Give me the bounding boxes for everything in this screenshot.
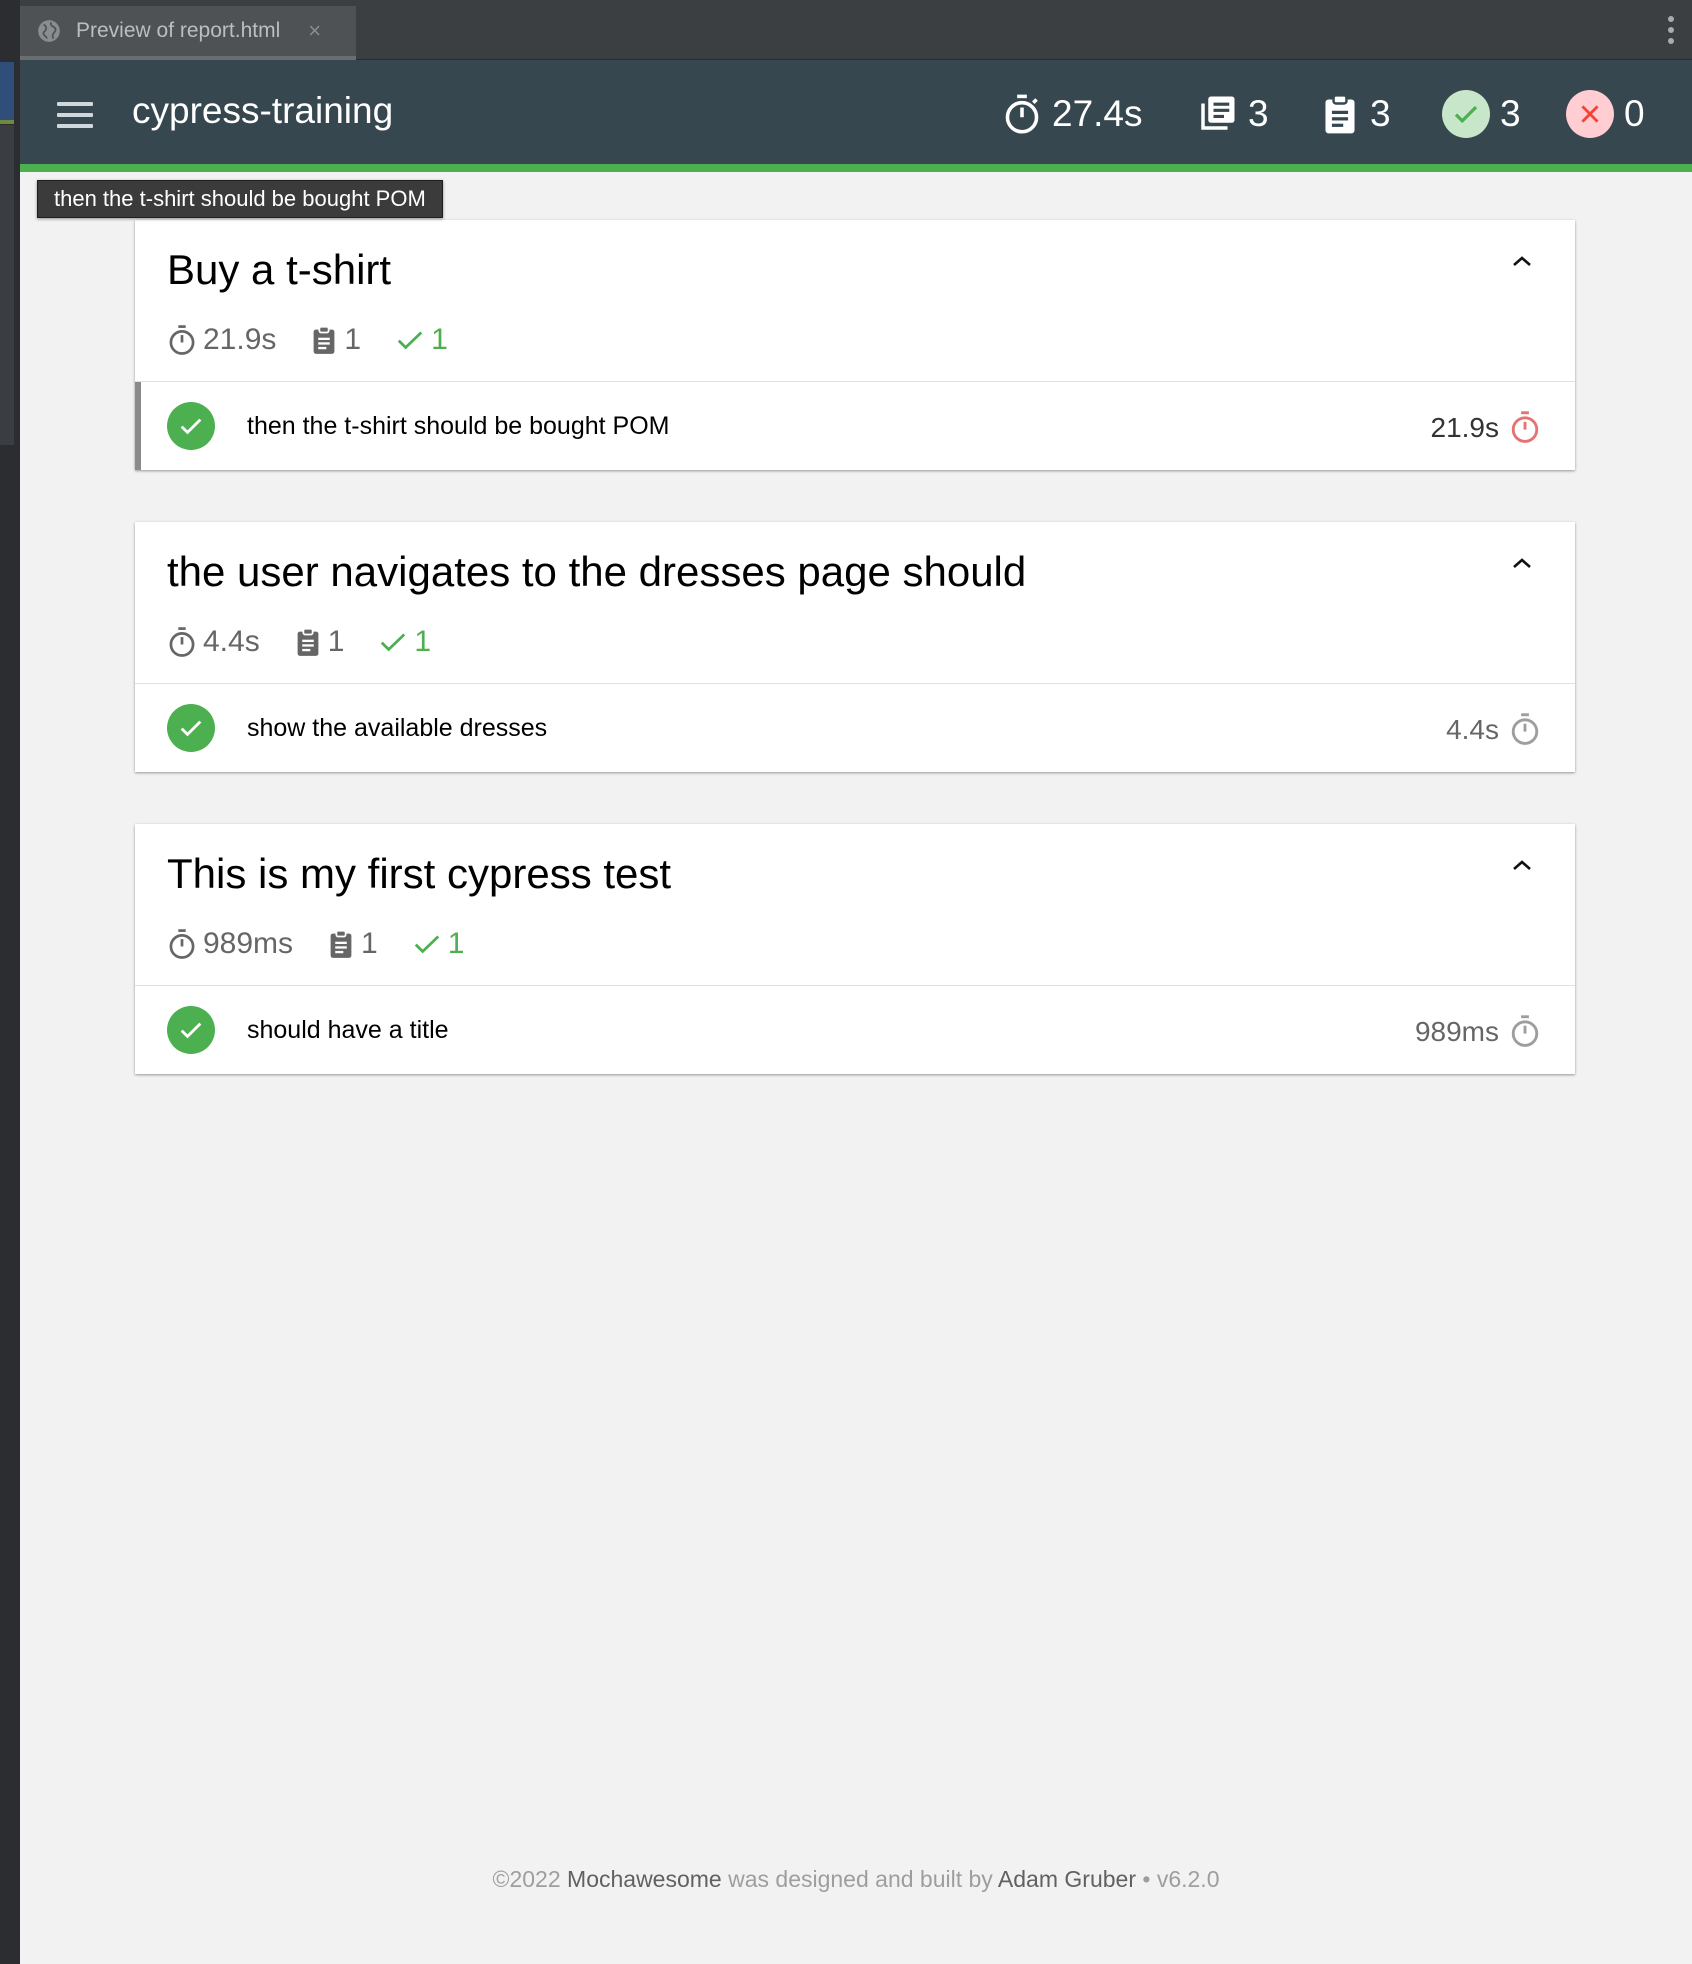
suite-card: Buy a t-shirt 21.9s 1 1 then the t-shirt… [135, 220, 1575, 470]
report-navbar: cypress-training 27.4s 3 3 3 0 [20, 60, 1692, 172]
suite-passes-count: 1 [412, 927, 465, 961]
suite-header: the user navigates to the dresses page s… [135, 522, 1575, 684]
menu-icon[interactable] [57, 102, 93, 128]
stat-tests[interactable]: 3 [1320, 88, 1391, 140]
report-title: cypress-training [132, 90, 394, 131]
suite-card: the user navigates to the dresses page s… [135, 522, 1575, 772]
footer-copyright: ©2022 [492, 1866, 561, 1892]
footer-separator: • [1142, 1866, 1151, 1892]
chevron-up-icon[interactable] [1511, 254, 1533, 268]
test-title: show the available dresses [247, 714, 548, 742]
suite-duration-value: 989ms [203, 927, 294, 960]
suite-passes-count: 1 [378, 625, 431, 659]
suite-tests-count: 1 [310, 323, 361, 357]
chevron-up-icon[interactable] [1511, 556, 1533, 570]
stopwatch-icon [1005, 94, 1039, 134]
stat-failures-value: 0 [1624, 93, 1645, 134]
stat-duration: 27.4s [1002, 88, 1143, 140]
globe-icon [38, 20, 60, 42]
ide-tab-bar: Preview of report.html × [20, 0, 1692, 60]
suite-duration: 4.4s [167, 625, 260, 659]
ide-side-marker [0, 62, 14, 122]
chevron-up-icon[interactable] [1511, 858, 1533, 872]
stat-passes[interactable]: 3 [1442, 88, 1521, 140]
suite-tests-count: 1 [327, 927, 378, 961]
suite-passes-value: 1 [431, 323, 448, 356]
suite-header: Buy a t-shirt 21.9s 1 1 [135, 220, 1575, 382]
footer: ©2022 Mochawesome was designed and built… [0, 1866, 1692, 1893]
suite-stats: 21.9s 1 1 [167, 320, 482, 360]
suite-duration-value: 21.9s [203, 323, 277, 356]
stopwatch-icon [1511, 1015, 1539, 1047]
assignment-icon [330, 929, 352, 958]
suite-stats: 4.4s 1 1 [167, 622, 465, 662]
check-icon [414, 935, 439, 954]
more-options-icon[interactable] [1668, 16, 1676, 44]
ide-side-marker [0, 120, 14, 124]
suite-duration-value: 4.4s [203, 625, 260, 658]
suite-passes-value: 1 [447, 927, 465, 960]
suite-passes-value: 1 [414, 625, 432, 658]
tab-label: Preview of report.html [76, 19, 281, 42]
ide-side-marker [0, 125, 14, 445]
check-circle-icon [167, 1006, 215, 1054]
stat-suites-value: 3 [1248, 93, 1269, 134]
stat-passes-value: 3 [1500, 93, 1521, 134]
assignment-icon [314, 325, 335, 354]
check-icon [381, 633, 406, 652]
test-duration: 4.4s [1446, 714, 1499, 745]
footer-product-link[interactable]: Mochawesome [567, 1866, 722, 1892]
tooltip: then the t-shirt should be bought POM [37, 180, 443, 218]
footer-author-link[interactable]: Adam Gruber [998, 1866, 1136, 1892]
stat-tests-value: 3 [1370, 93, 1391, 134]
suite-duration: 989ms [167, 927, 293, 961]
test-row[interactable]: show the available dresses 4.4s [135, 684, 1575, 772]
check-icon [397, 331, 423, 350]
stat-suites[interactable]: 3 [1196, 88, 1269, 140]
suite-passes-count: 1 [395, 323, 448, 357]
suite-title: Buy a t-shirt [167, 246, 392, 293]
suite-title: the user navigates to the dresses page s… [167, 548, 1027, 595]
test-title: then the t-shirt should be bought POM [247, 412, 670, 440]
suite-header: This is my first cypress test 989ms 1 1 [135, 824, 1575, 986]
suite-card: This is my first cypress test 989ms 1 1 … [135, 824, 1575, 1074]
check-icon [1442, 90, 1490, 138]
suite-tests-value: 1 [344, 323, 362, 356]
library-books-icon [1201, 96, 1235, 130]
suite-stats: 989ms 1 1 [167, 924, 498, 964]
status-progress-bar [20, 164, 1692, 172]
suite-duration: 21.9s [167, 323, 276, 357]
tab-close-icon[interactable]: × [308, 18, 321, 44]
test-duration: 21.9s [1430, 412, 1500, 443]
test-title: should have a title [247, 1016, 449, 1044]
suite-tests-value: 1 [361, 927, 378, 960]
test-row[interactable]: should have a title 989ms [135, 986, 1575, 1074]
check-circle-icon [167, 402, 215, 450]
test-row[interactable]: then the t-shirt should be bought POM 21… [135, 382, 1575, 470]
check-circle-icon [167, 704, 215, 752]
stopwatch-icon [169, 627, 195, 657]
stat-failures[interactable]: 0 [1566, 88, 1645, 140]
assignment-icon [297, 627, 319, 656]
test-duration: 989ms [1414, 1016, 1499, 1047]
footer-version: v6.2.0 [1156, 1866, 1220, 1892]
assignment-icon [1325, 94, 1355, 134]
close-icon [1566, 90, 1614, 138]
stat-duration-value: 27.4s [1052, 93, 1143, 134]
suite-tests-value: 1 [327, 625, 345, 658]
stopwatch-icon [1511, 713, 1539, 745]
stopwatch-icon [1511, 411, 1539, 443]
stopwatch-icon [169, 325, 195, 355]
suite-tests-count: 1 [294, 625, 345, 659]
ide-side-strip [0, 0, 20, 1964]
suite-title: This is my first cypress test [167, 850, 672, 897]
stopwatch-icon [169, 929, 195, 959]
tab-preview-report[interactable]: Preview of report.html × [20, 6, 356, 60]
footer-text: was designed and built by [728, 1866, 993, 1892]
